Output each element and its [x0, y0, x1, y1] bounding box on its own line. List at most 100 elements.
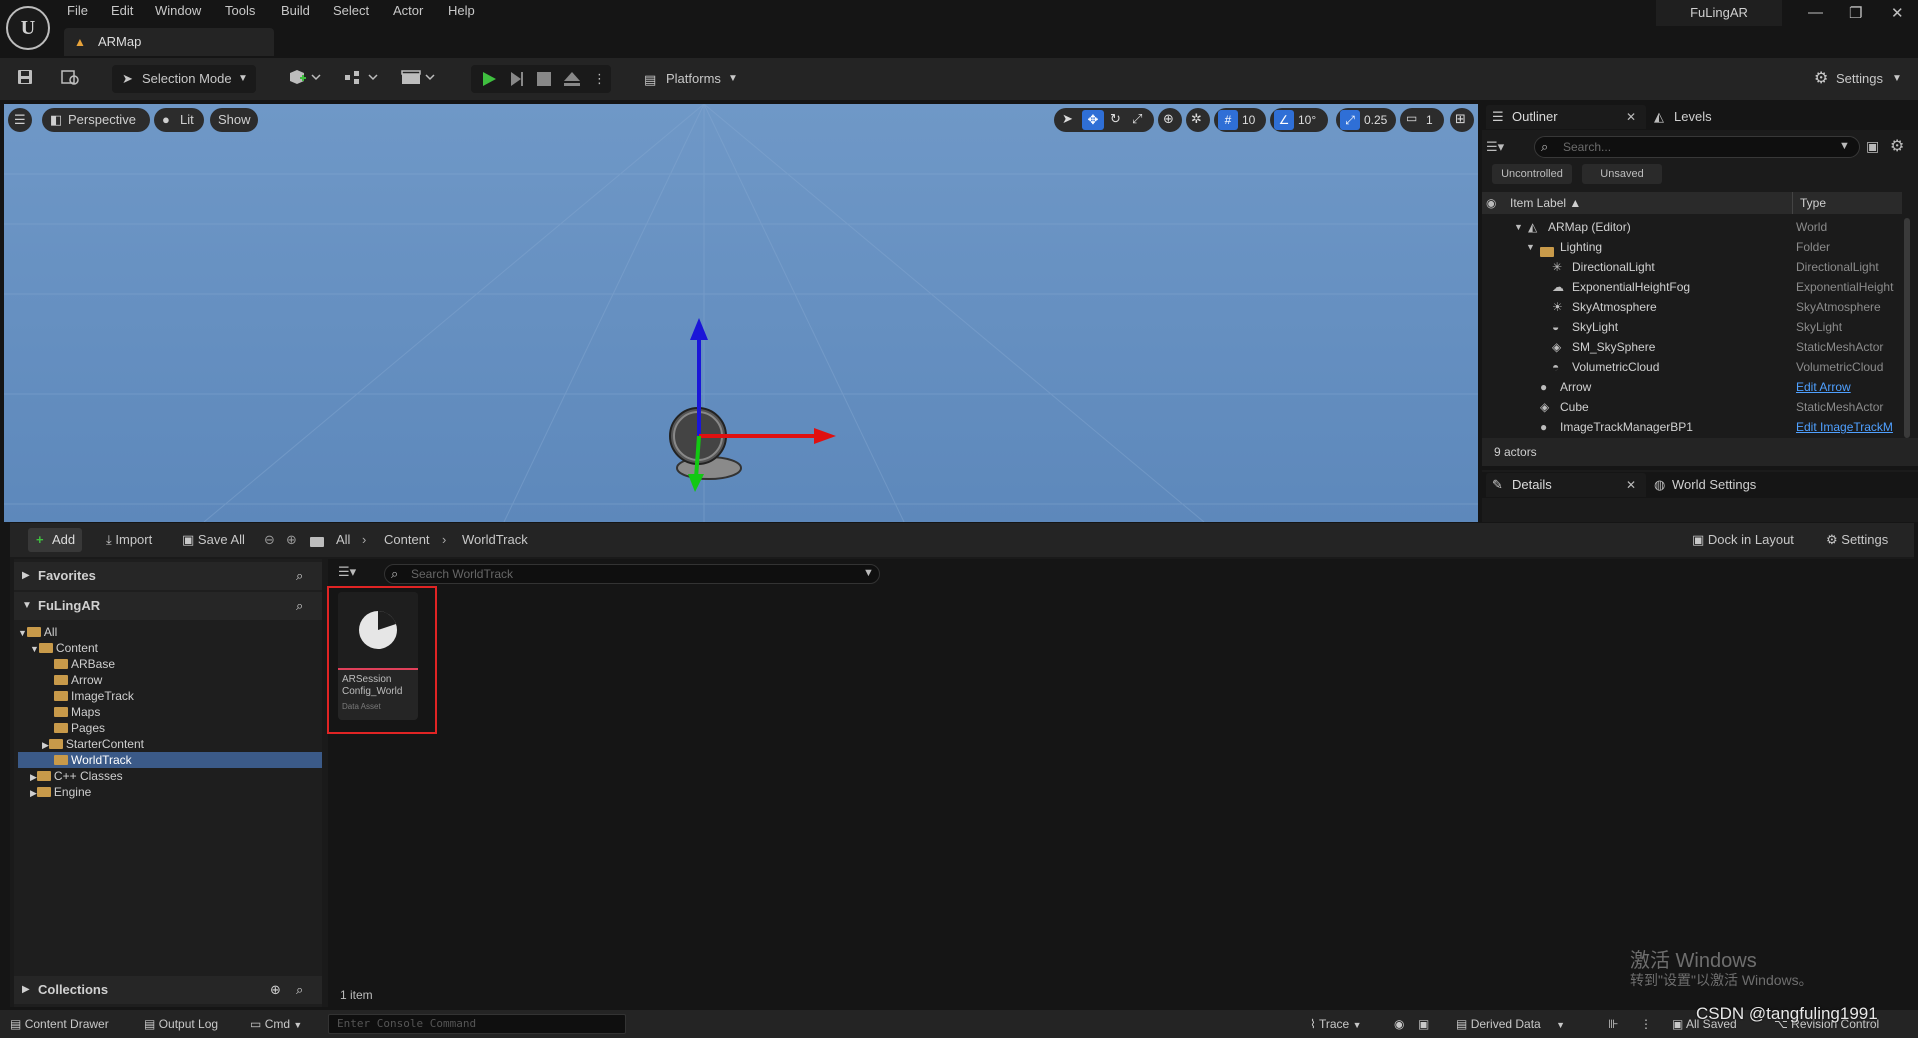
map-tab[interactable]: ▲ ARMap [64, 28, 274, 56]
more-options-icon[interactable]: ⋮ [593, 65, 606, 93]
outliner-row[interactable]: ☀ SkyAtmosphere SkyAtmosphere [1482, 297, 1902, 317]
edit-imagetrack-link[interactable]: Edit ImageTrackM [1796, 417, 1893, 437]
outliner-search-input[interactable]: ⌕ Search... ▼ [1534, 136, 1860, 158]
camera-speed-control[interactable]: ▭ 1 [1400, 108, 1444, 132]
more-options-icon[interactable]: ⋮ [1640, 1017, 1652, 1031]
cinematics-icon[interactable] [400, 68, 436, 86]
tree-item-maps[interactable]: Maps [54, 704, 100, 720]
content-drawer-button[interactable]: ▤ Content Drawer [10, 1017, 109, 1031]
add-button[interactable]: + Add [28, 528, 82, 552]
platforms-button[interactable]: ▤ Platforms ▼ [636, 65, 746, 93]
settings-button[interactable]: ⚙ Settings ▼ [1808, 65, 1906, 93]
scale-snap-control[interactable]: ⤢ 0.25 [1336, 108, 1396, 132]
close-icon[interactable]: ✕ [1626, 473, 1636, 497]
favorites-section[interactable]: ▶ Favorites ⌕ [14, 562, 322, 590]
search-icon[interactable]: ⌕ [296, 592, 303, 620]
world-space-button[interactable]: ⊕ [1158, 108, 1182, 132]
step-icon[interactable] [509, 71, 525, 87]
item-label-column-header[interactable]: Item Label ▲ [1510, 192, 1581, 214]
content-settings-button[interactable]: ⚙ Settings [1826, 532, 1888, 548]
tree-item-arrow[interactable]: Arrow [54, 672, 102, 688]
derived-data-button[interactable]: ▤ Derived Data ▼ [1456, 1017, 1565, 1031]
search-icon[interactable]: ⌕ [296, 562, 303, 590]
outliner-row[interactable]: ◓ VolumetricCloud VolumetricCloud [1482, 357, 1902, 377]
outliner-row[interactable]: ● Arrow Edit Arrow [1482, 377, 1902, 397]
breadcrumb-worldtrack[interactable]: WorldTrack [462, 532, 528, 547]
move-tool-icon[interactable]: ✥ [1082, 110, 1104, 130]
tree-item-content[interactable]: ▼ Content [30, 640, 98, 656]
asset-tile[interactable]: ARSession Config_World Data Asset [338, 592, 418, 720]
menu-window[interactable]: Window [155, 3, 201, 18]
filter-icon[interactable]: ☰▾ [1486, 136, 1510, 158]
unreal-logo-icon[interactable]: U [6, 6, 50, 50]
import-button[interactable]: ⤓ Import [106, 532, 152, 548]
tab-world-settings[interactable]: ◍ World Settings [1650, 473, 1790, 497]
asset-search-input[interactable]: ⌕ Search WorldTrack ▼ [384, 564, 880, 584]
lit-button[interactable]: ● Lit [154, 108, 204, 132]
show-button[interactable]: Show [210, 108, 258, 132]
select-tool-icon[interactable]: ➤ [1062, 111, 1073, 127]
filter-unsaved-chip[interactable]: Unsaved [1582, 164, 1662, 184]
tree-item-arbase[interactable]: ARBase [54, 656, 115, 672]
browse-level-icon[interactable] [60, 68, 80, 86]
menu-select[interactable]: Select [333, 3, 369, 18]
project-section[interactable]: ▼ FuLingAR ⌕ [14, 592, 322, 620]
add-actor-icon[interactable] [288, 68, 322, 86]
breadcrumb-content[interactable]: Content [384, 532, 430, 547]
outliner-row[interactable]: ✳ DirectionalLight DirectionalLight [1482, 257, 1902, 277]
rotation-snap-control[interactable]: ∠ 10° [1270, 108, 1328, 132]
minimize-icon[interactable]: — [1808, 4, 1823, 21]
tree-item-startercontent[interactable]: ▶ StarterContent [42, 736, 144, 752]
viewport-menu-button[interactable]: ☰ [8, 108, 32, 132]
level-viewport[interactable]: ☰ ◧ Perspective ● Lit Show ➤ ✥ ↻ ⤢ ⊕ ✲ #… [4, 104, 1478, 522]
play-icon[interactable] [481, 71, 497, 87]
screenshot-icon[interactable]: ▣ [1418, 1017, 1429, 1031]
menu-edit[interactable]: Edit [111, 3, 133, 18]
close-icon[interactable]: ✕ [1626, 105, 1636, 129]
tree-item-cpp-classes[interactable]: ▶ C++ Classes [30, 768, 123, 784]
search-icon[interactable]: ⌕ [296, 976, 303, 1004]
tree-item-engine[interactable]: ▶ Engine [30, 784, 91, 800]
forward-icon[interactable]: ⊕ [286, 532, 297, 548]
save-icon[interactable] [16, 68, 34, 86]
outliner-scrollbar[interactable] [1904, 218, 1910, 438]
menu-build[interactable]: Build [281, 3, 310, 18]
dock-in-layout-button[interactable]: ▣ Dock in Layout [1692, 532, 1794, 548]
scale-tool-icon[interactable]: ⤢ [1132, 111, 1142, 127]
expand-arrow-icon[interactable]: ▼ [1514, 217, 1523, 237]
outliner-row[interactable]: ▼ Lighting Folder [1482, 237, 1902, 257]
outliner-row[interactable]: ◈ SM_SkySphere StaticMeshActor [1482, 337, 1902, 357]
filter-icon[interactable]: ☰▾ [338, 564, 374, 584]
tree-item-imagetrack[interactable]: ImageTrack [54, 688, 134, 704]
breadcrumb-all[interactable]: All [336, 532, 350, 547]
tab-outliner[interactable]: ☰ Outliner ✕ [1486, 105, 1646, 129]
viewport-layout-button[interactable]: ⊞ [1450, 108, 1474, 132]
console-input[interactable]: Enter Console Command [328, 1014, 626, 1034]
tab-levels[interactable]: ◭ Levels [1650, 105, 1770, 129]
grid-snap-control[interactable]: # 10 [1214, 108, 1266, 132]
add-collection-icon[interactable]: ⊕ [270, 976, 281, 1004]
selection-mode-button[interactable]: ➤ Selection Mode ▼ [112, 65, 256, 93]
menu-actor[interactable]: Actor [393, 3, 423, 18]
eject-icon[interactable] [563, 71, 581, 87]
surface-snap-button[interactable]: ✲ [1186, 108, 1210, 132]
tree-item-pages[interactable]: Pages [54, 720, 105, 736]
menu-help[interactable]: Help [448, 3, 475, 18]
tree-item-all[interactable]: ▼ All [18, 624, 57, 640]
gear-icon[interactable]: ⚙ [1890, 136, 1904, 156]
network-icon[interactable]: ⊪ [1608, 1017, 1618, 1031]
collections-section[interactable]: ▶ Collections ⊕ ⌕ [14, 976, 322, 1004]
perspective-button[interactable]: ◧ Perspective [42, 108, 150, 132]
cmd-dropdown[interactable]: ▭ Cmd ▼ [250, 1017, 302, 1031]
expand-arrow-icon[interactable]: ▼ [1526, 237, 1535, 257]
type-column-header[interactable]: Type [1800, 192, 1826, 214]
outliner-row[interactable]: ☁ ExponentialHeightFog ExponentialHeight [1482, 277, 1902, 297]
blueprint-icon[interactable] [343, 68, 379, 86]
close-icon[interactable]: ✕ [1891, 4, 1904, 22]
stop-icon[interactable] [537, 72, 551, 86]
tree-item-worldtrack[interactable]: WorldTrack [54, 752, 132, 768]
outliner-row[interactable]: ◈ Cube StaticMeshActor [1482, 397, 1902, 417]
record-icon[interactable]: ◉ [1394, 1017, 1404, 1031]
outliner-row[interactable]: ● ImageTrackManagerBP1 Edit ImageTrackM [1482, 417, 1902, 437]
edit-arrow-link[interactable]: Edit Arrow [1796, 377, 1851, 397]
